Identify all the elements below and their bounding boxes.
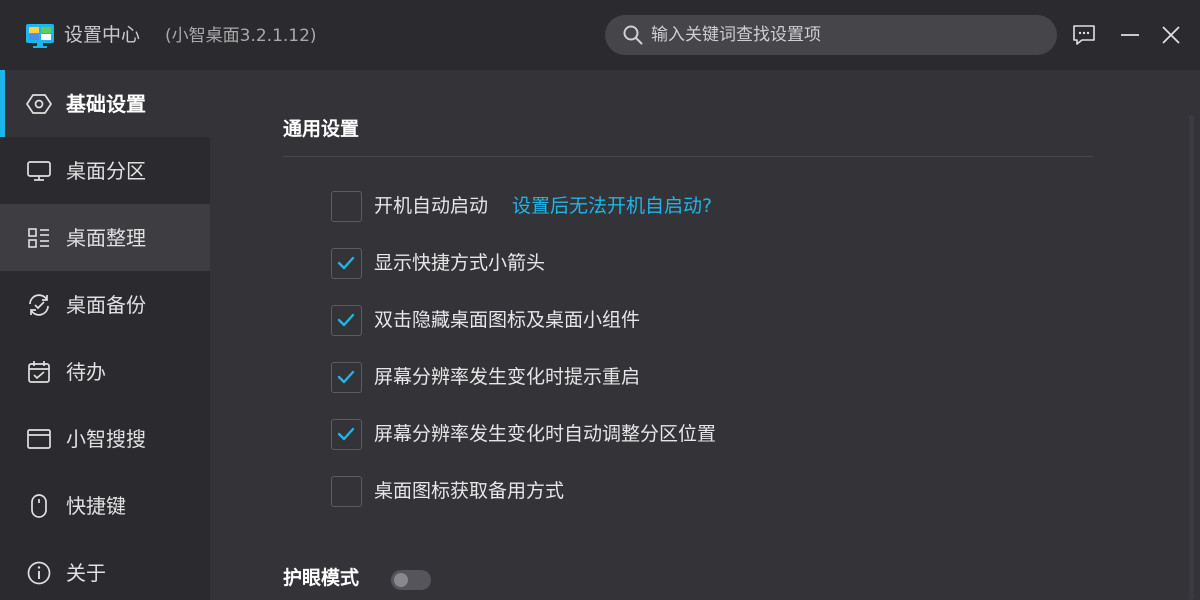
- app-logo-icon: [26, 24, 54, 48]
- sidebar-item-xiaozhi-search[interactable]: 小智搜搜: [0, 405, 210, 472]
- sidebar-item-hotkeys[interactable]: 快捷键: [0, 472, 210, 539]
- scrollbar[interactable]: [1189, 115, 1194, 600]
- option-label: 显示快捷方式小箭头: [374, 252, 546, 274]
- sidebar-item-label: 基础设置: [66, 91, 146, 116]
- search-box[interactable]: [605, 15, 1057, 55]
- sidebar-item-basic-settings[interactable]: 基础设置: [0, 70, 210, 137]
- eye-mode-toggle[interactable]: [391, 570, 431, 590]
- section-title-general: 通用设置: [283, 118, 360, 140]
- checkbox-double-click-hide[interactable]: [331, 304, 362, 336]
- checkmark-icon: [337, 313, 355, 326]
- divider: [283, 156, 1093, 157]
- close-icon[interactable]: [1159, 23, 1183, 47]
- sidebar-item-label: 待办: [66, 359, 106, 384]
- option-label: 双击隐藏桌面图标及桌面小组件: [374, 309, 641, 331]
- checkbox-resolution-restart-prompt[interactable]: [331, 361, 362, 393]
- auto-start-help-link[interactable]: 设置后无法开机自启动?: [512, 193, 712, 219]
- sync-icon: [29, 293, 49, 316]
- option-double-click-hide[interactable]: 双击隐藏桌面图标及桌面小组件: [331, 304, 640, 336]
- active-indicator: [0, 70, 5, 137]
- option-resolution-restart-prompt[interactable]: 屏幕分辨率发生变化时提示重启: [331, 361, 640, 393]
- sidebar-item-desktop-organize[interactable]: 桌面整理: [0, 204, 210, 271]
- option-resolution-auto-adjust[interactable]: 屏幕分辨率发生变化时自动调整分区位置: [331, 418, 716, 450]
- settings-panel: 通用设置 开机自动启动 设置后无法开机自启动? 显示快捷方式小箭头 双击隐藏桌面…: [210, 70, 1200, 600]
- sidebar-item-about[interactable]: 关于: [0, 539, 210, 600]
- app-version: (小智桌面3.2.1.12): [165, 26, 317, 46]
- option-label: 开机自动启动: [374, 195, 489, 217]
- checkmark-icon: [337, 256, 355, 269]
- sidebar-item-label: 桌面备份: [66, 292, 146, 317]
- option-label: 屏幕分辨率发生变化时提示重启: [374, 366, 641, 388]
- sidebar-item-label: 桌面分区: [66, 158, 146, 183]
- browser-window-icon: [27, 428, 51, 449]
- checkmark-icon: [337, 427, 355, 440]
- sidebar-item-todo[interactable]: 待办: [0, 338, 210, 405]
- option-label: 屏幕分辨率发生变化时自动调整分区位置: [374, 423, 717, 445]
- sidebar-item-desktop-partition[interactable]: 桌面分区: [0, 137, 210, 204]
- checkbox-show-shortcut-arrow[interactable]: [331, 247, 362, 279]
- option-show-shortcut-arrow[interactable]: 显示快捷方式小箭头: [331, 247, 545, 279]
- section-title-eye-mode: 护眼模式: [283, 567, 360, 589]
- minimize-icon[interactable]: [1118, 23, 1142, 47]
- search-input[interactable]: [651, 15, 1041, 55]
- checkbox-resolution-auto-adjust[interactable]: [331, 418, 362, 450]
- sidebar-item-desktop-backup[interactable]: 桌面备份: [0, 271, 210, 338]
- option-auto-start[interactable]: 开机自动启动 设置后无法开机自启动?: [331, 190, 712, 222]
- settings-hexagon-icon: [26, 93, 52, 114]
- sidebar: 基础设置 桌面分区 桌面整理 桌面备份 待办 小智搜搜 快捷键 关于: [0, 70, 210, 600]
- sidebar-item-label: 快捷键: [66, 493, 126, 518]
- search-icon: [623, 25, 643, 45]
- checkmark-icon: [337, 370, 355, 383]
- title-bar: 设置中心 (小智桌面3.2.1.12): [0, 0, 1200, 70]
- checkbox-icon-backup-method[interactable]: [331, 475, 362, 507]
- option-label: 桌面图标获取备用方式: [374, 480, 565, 502]
- sidebar-item-label: 小智搜搜: [66, 426, 146, 451]
- grid-list-icon: [28, 227, 49, 248]
- sidebar-item-label: 桌面整理: [66, 225, 146, 250]
- option-icon-backup-method[interactable]: 桌面图标获取备用方式: [331, 475, 564, 507]
- monitor-icon: [27, 160, 51, 181]
- info-icon: [27, 561, 51, 584]
- mouse-icon: [31, 493, 47, 518]
- checkbox-auto-start[interactable]: [331, 190, 362, 222]
- sidebar-item-label: 关于: [66, 560, 106, 585]
- calendar-check-icon: [28, 360, 50, 383]
- window-title: 设置中心: [64, 24, 141, 46]
- feedback-icon[interactable]: [1072, 23, 1096, 47]
- toggle-knob: [394, 573, 408, 587]
